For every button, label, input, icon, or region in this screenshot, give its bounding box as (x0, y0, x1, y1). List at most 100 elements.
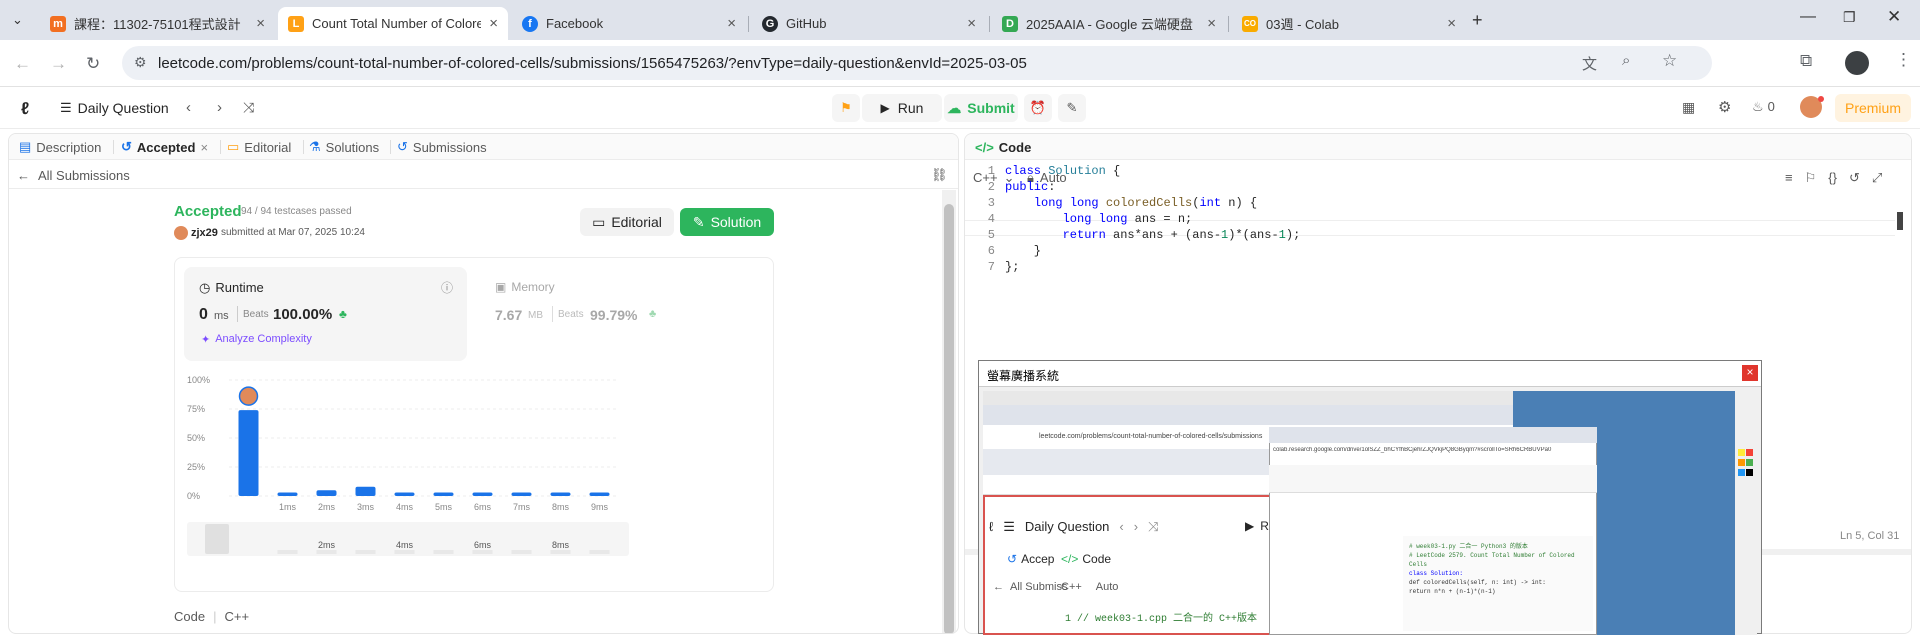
party-icon: ♣ (649, 308, 657, 320)
nested-tabstrip (983, 405, 1513, 425)
tab-description[interactable]: ▤ Description (19, 134, 101, 160)
premium-button[interactable]: Premium (1835, 94, 1911, 122)
color-swatch[interactable] (1738, 469, 1745, 476)
close-tab-icon[interactable]: × (1207, 15, 1216, 32)
expand-icon[interactable]: ⤢ (1872, 170, 1882, 186)
color-swatch[interactable] (1738, 459, 1745, 466)
tab-editorial[interactable]: ▭ Editorial (227, 134, 291, 160)
scrollbar-thumb[interactable] (944, 204, 954, 633)
braces-icon[interactable]: {} (1828, 170, 1837, 186)
tab-divider (220, 140, 221, 154)
x-tick-label: 8ms (552, 502, 570, 512)
bookmark-icon[interactable]: ⚐ (1805, 170, 1817, 186)
history-icon: ↺ (397, 139, 408, 154)
submit-button[interactable]: ☁ Submit (944, 94, 1018, 122)
color-swatch[interactable] (1738, 449, 1745, 456)
inner-all-label: All Submiss (1010, 581, 1068, 593)
tab-label: Solutions (325, 139, 380, 155)
url-text: leetcode.com/problems/count-total-number… (158, 54, 1027, 72)
daily-question-label: Daily Question (77, 100, 169, 116)
tab-label: Accepted (136, 139, 196, 155)
tab-accepted[interactable]: ↺ Accepted × (121, 134, 208, 160)
minimize-icon[interactable]: — (1800, 8, 1816, 26)
solution-button[interactable]: ✎ Solution (680, 208, 774, 236)
editorial-button[interactable]: ▭ Editorial (580, 208, 674, 236)
color-swatch[interactable] (1746, 459, 1753, 466)
url-bar[interactable]: ⚙ leetcode.com/problems/count-total-numb… (122, 46, 1712, 80)
memory-value: 7.67 (495, 307, 523, 323)
browser-tab-facebook[interactable]: f Facebook × (512, 7, 746, 40)
back-icon[interactable]: ← (14, 54, 31, 74)
browser-tab-github[interactable]: G GitHub × (752, 7, 986, 40)
tab-title: 03週 - Colab (1266, 17, 1339, 32)
shuffle-icon[interactable]: ⤨ (243, 99, 254, 116)
streak-counter[interactable]: ♨ 0 (1752, 99, 1775, 115)
close-tab-icon[interactable]: × (1447, 15, 1456, 32)
browser-tab-drive[interactable]: D 2025AAIA - Google 云端硬盘 × (992, 7, 1226, 40)
browser-tab-course[interactable]: m 課程：11302-75101程式設計 × (40, 7, 275, 40)
play-icon: ▶ (880, 101, 890, 115)
extensions-icon[interactable]: ⧉ (1800, 51, 1812, 71)
tab-title: 2025AAIA - Google 云端硬盘 (1026, 17, 1193, 32)
close-tab-icon[interactable]: × (256, 15, 265, 32)
format-icon[interactable]: ≡ (1785, 170, 1793, 186)
profile-avatar[interactable] (1845, 51, 1869, 75)
all-submissions-link[interactable]: ← All Submissions (17, 168, 130, 183)
timer-icon[interactable]: ⏰ (1024, 94, 1052, 122)
tab-code[interactable]: </> Code (975, 134, 1031, 160)
chart-bar (472, 492, 493, 496)
leetcode-logo-icon: ℓ (989, 519, 994, 534)
history-icon: ↺ (121, 139, 132, 154)
prev-problem-icon[interactable]: ‹ (186, 99, 191, 116)
debug-icon[interactable]: ⚑ (832, 94, 860, 122)
play-icon: ▶ (1245, 519, 1255, 533)
code-tab-bar (965, 134, 1911, 160)
browser-tab-colab[interactable]: CO 03週 - Colab × (1232, 7, 1466, 40)
close-tab-icon[interactable]: × (967, 15, 976, 32)
leetcode-logo-icon[interactable]: ℓ (21, 99, 29, 119)
color-swatch[interactable] (1746, 469, 1753, 476)
address-bar-row: ← → ↻ ⚙ leetcode.com/problems/count-tota… (0, 40, 1920, 87)
site-info-icon[interactable]: ⚙ (134, 54, 147, 71)
testcases-passed: 94 / 94 testcases passed (241, 206, 352, 217)
info-icon[interactable]: ⓘ (441, 279, 453, 296)
close-tab-icon[interactable]: × (727, 15, 736, 32)
tab-search-icon[interactable]: ⌄ (12, 12, 23, 28)
popup-close-button[interactable]: × (1742, 365, 1758, 381)
color-swatch[interactable] (1746, 449, 1753, 456)
submitter-name[interactable]: zjx29 (191, 227, 218, 239)
share-link-icon[interactable]: ⛓ (931, 167, 948, 183)
settings-gear-icon[interactable]: ⚙ (1718, 98, 1731, 116)
code-line: long long coloredCells(int n) { (1033, 196, 1258, 210)
chrome-menu-icon[interactable]: ⋮ (1895, 50, 1912, 70)
tab-divider (303, 140, 304, 154)
github-icon: G (762, 15, 778, 32)
tab-solutions[interactable]: ⚗ Solutions (309, 134, 379, 160)
description-icon: ▤ (19, 139, 32, 154)
mini-bar (511, 550, 532, 554)
forward-icon[interactable]: → (50, 54, 67, 74)
daily-question-button[interactable]: ☰ Daily Question (60, 100, 169, 116)
layout-icon[interactable]: ▦ (1682, 99, 1695, 116)
run-button[interactable]: ▶ Run (862, 94, 942, 122)
new-tab-icon[interactable]: + (1472, 10, 1483, 31)
analyze-complexity-link[interactable]: ✦ Analyze Complexity (201, 333, 312, 346)
chart-bar (355, 486, 376, 496)
bookmark-star-icon[interactable]: ☆ (1662, 51, 1677, 71)
memory-header[interactable]: ▣ Memory (495, 280, 555, 294)
restore-icon[interactable]: ❐ (1843, 9, 1856, 26)
colab-code-cell: # week03-1.py 二合一 Python3 的版本 # LeetCode… (1403, 536, 1593, 631)
x-tick-label: 4ms (396, 502, 414, 512)
reload-icon[interactable]: ↻ (86, 54, 100, 74)
reset-icon[interactable]: ↺ (1849, 170, 1860, 186)
zoom-icon[interactable]: ⌕ (1622, 52, 1630, 69)
tab-submissions[interactable]: ↺ Submissions (397, 134, 487, 160)
close-tab-icon[interactable]: × (200, 140, 208, 155)
translate-icon[interactable]: 文 (1582, 53, 1597, 74)
close-tab-icon[interactable]: × (489, 15, 498, 32)
user-avatar-marker (238, 386, 259, 406)
next-problem-icon[interactable]: › (217, 99, 222, 116)
close-window-icon[interactable]: ✕ (1887, 7, 1901, 27)
notes-icon[interactable]: ✎ (1058, 94, 1086, 122)
browser-tab-leetcode[interactable]: L Count Total Number of Colored × (278, 7, 508, 40)
